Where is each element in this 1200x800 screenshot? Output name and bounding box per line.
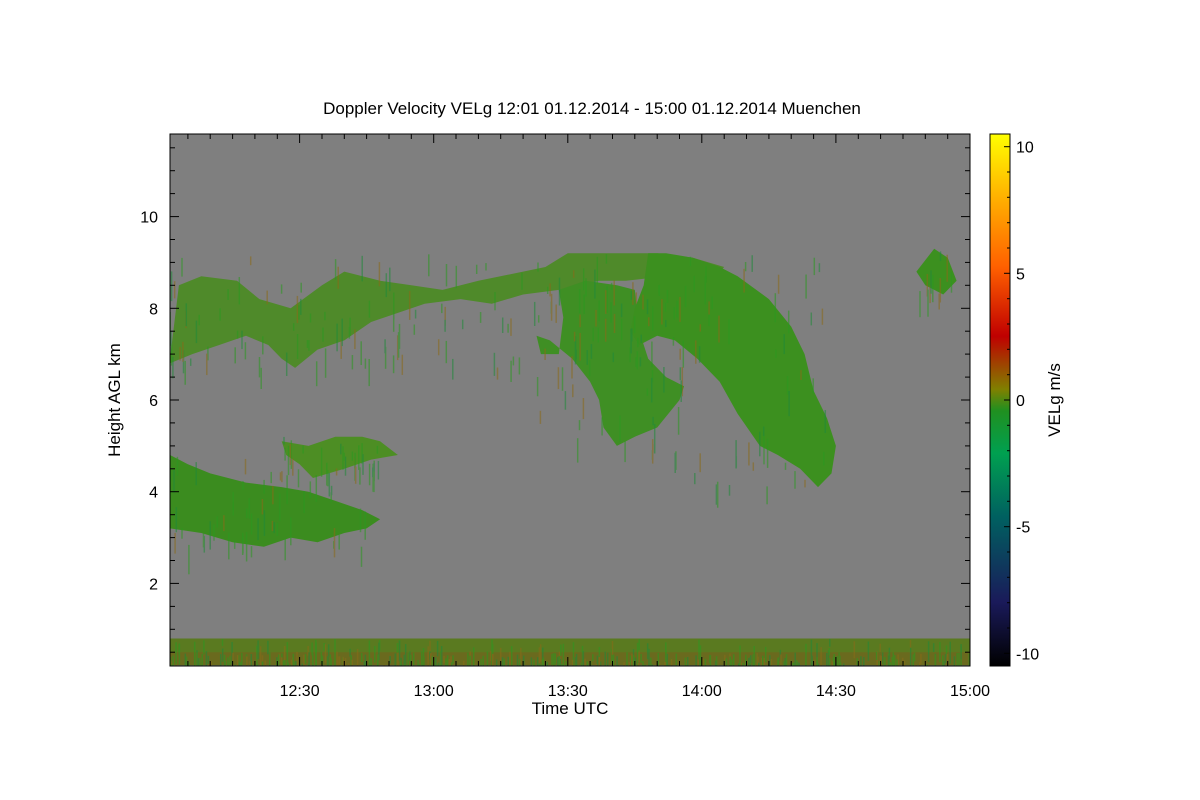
y-tick-label: 4 [149, 485, 158, 502]
colorbar-tick-label: -10 [1016, 646, 1039, 663]
x-axis-label: Time UTC [532, 699, 609, 718]
x-tick-label: 14:00 [682, 683, 722, 700]
colorbar-tick-label: 5 [1016, 266, 1025, 283]
x-tick-label: 14:30 [816, 683, 856, 700]
y-tick-label: 2 [149, 576, 158, 593]
plot-area [170, 134, 970, 666]
colorbar-tick-label: 0 [1016, 393, 1025, 410]
y-axis-label: Height AGL km [105, 343, 124, 457]
x-tick-label: 12:30 [280, 683, 320, 700]
colorbar-label: VELg m/s [1045, 363, 1064, 437]
y-tick-label: 6 [149, 393, 158, 410]
chart-title: Doppler Velocity VELg 12:01 01.12.2014 -… [323, 99, 861, 118]
echo-region-7 [170, 652, 970, 666]
x-tick-label: 13:30 [548, 683, 588, 700]
x-tick-label: 15:00 [950, 683, 990, 700]
colorbar-tick-label: -5 [1016, 520, 1030, 537]
doppler-velocity-chart: Doppler Velocity VELg 12:01 01.12.2014 -… [105, 99, 1064, 718]
colorbar-tick-label: 10 [1016, 140, 1034, 157]
y-tick-label: 10 [140, 210, 158, 227]
y-tick-label: 8 [149, 301, 158, 318]
x-tick-label: 13:00 [414, 683, 454, 700]
